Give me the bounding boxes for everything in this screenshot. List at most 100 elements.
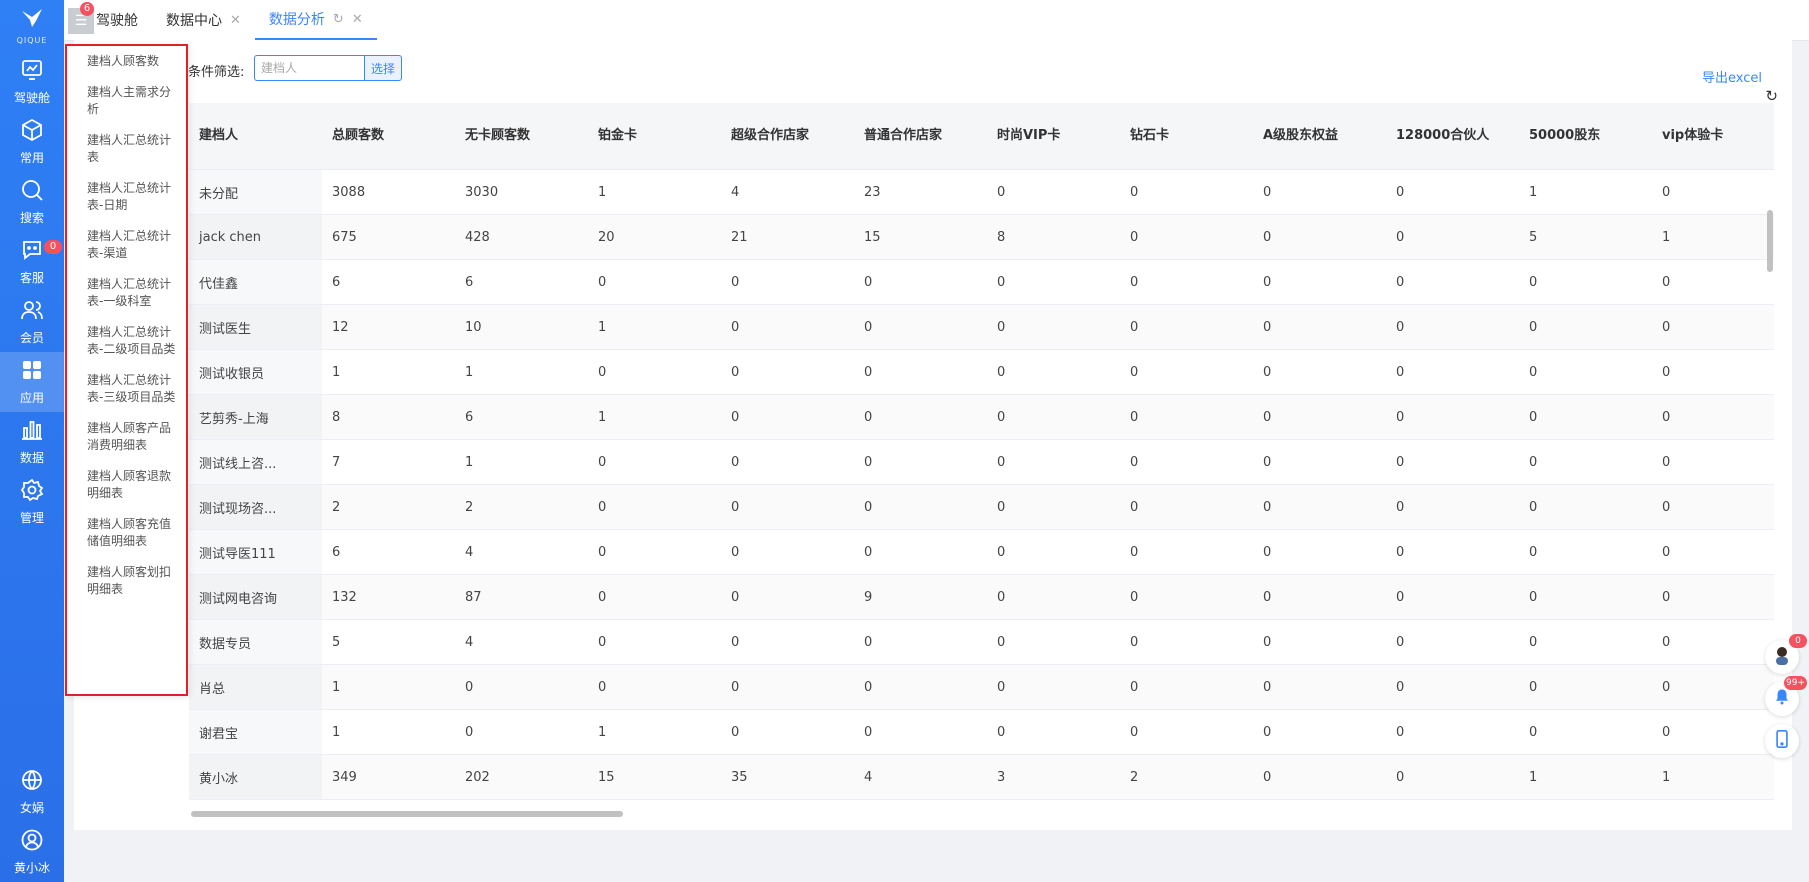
tab-label: 数据中心 [166,13,222,29]
table-row[interactable]: 测试线上咨...7100000000002 [189,439,1774,485]
menu-item[interactable]: 建档人汇总统计表 [67,125,186,173]
table-cell: 4 [455,529,588,575]
table-cell: 0 [854,304,987,350]
table-cell: 0 [721,529,854,575]
app-logo[interactable]: QIQUE [0,0,64,52]
menu-item[interactable]: 建档人汇总统计表-三级项目品类 [67,365,186,413]
table-cell: 0 [1519,529,1652,575]
table-cell: 0 [721,619,854,665]
menu-item[interactable]: 建档人顾客数 [67,46,186,77]
menu-item[interactable]: 建档人汇总统计表-一级科室 [67,269,186,317]
refresh-icon[interactable]: ↻ [333,12,344,27]
data-table-container[interactable]: 建档人 总顾客数 无卡顾客数 铂金卡 超级合作店家 普通合作店家 时尚VIP卡 钻石卡 A级股东… [189,103,1774,815]
table-cell: 0 [987,259,1120,305]
globe-icon [20,768,44,799]
table-cell: 0 [1253,574,1386,620]
table-cell: 20 [588,214,721,260]
assistant-avatar-button[interactable]: 0 [1765,634,1807,674]
select-button[interactable]: 选择 [364,55,402,81]
column-header: 总顾客数 [322,103,455,170]
table-row[interactable]: 测试医生121010000000000 [189,304,1774,350]
table-cell: 6 [455,394,588,440]
rail-item-service[interactable]: 0 客服 [0,232,64,292]
table-cell: 1 [1519,754,1652,800]
brand-text: QIQUE [16,36,48,45]
table-cell: 0 [1519,484,1652,530]
table-row[interactable]: 测试导医1116400000000000 [189,529,1774,575]
table-cell: 1 [1519,169,1652,215]
table-cell: 0 [1652,664,1774,710]
tab-label: 数据分析 [268,12,325,28]
column-header: 钻石卡 [1120,103,1253,170]
rail-item-manage[interactable]: 管理 [0,472,64,532]
menu-item[interactable]: 建档人顾客产品消费明细表 [67,413,186,461]
rail-item-dashboard[interactable]: 驾驶舱 [0,52,64,112]
search-icon [20,178,44,209]
tab-data-center[interactable]: 数据中心 ✕ [152,0,255,40]
table-cell: 0 [1253,259,1386,305]
menu-item[interactable]: 建档人顾客退款明细表 [67,461,186,509]
table-cell: 4 [455,619,588,665]
notification-button[interactable]: 99+ [1765,676,1807,716]
table-row[interactable]: 肖总1000000000001 [189,664,1774,710]
table-cell: 0 [854,619,987,665]
table-row[interactable]: 数据专员5400000000001 [189,619,1774,665]
table-cell: 9 [854,574,987,620]
table-cell: 0 [455,709,588,755]
table-cell: 0 [1120,484,1253,530]
rail-item-data[interactable]: 数据 [0,412,64,472]
table-row[interactable]: 测试现场咨...2200000000000 [189,484,1774,530]
table-cell: 0 [854,394,987,440]
close-icon[interactable]: ✕ [352,12,363,27]
menu-item[interactable]: 建档人顾客充值储值明细表 [67,509,186,557]
tab-data-analysis[interactable]: 数据分析 ↻ ✕ [254,0,377,40]
rail-item-user[interactable]: 黄小冰 [0,822,64,882]
table-body: 未分配30883030142300001074jack chen67542820… [189,169,1774,800]
table-cell: 4 [854,754,987,800]
table-row[interactable]: 测试收银员1100000000000 [189,349,1774,395]
table-cell: 15 [588,754,721,800]
rail-item-label: 黄小冰 [13,861,50,875]
scrollbar-thumb[interactable] [1767,210,1773,272]
table-row[interactable]: jack chen6754282021158000518647 [189,214,1774,260]
table-cell: 0 [1386,394,1519,440]
table-cell: 0 [1652,619,1774,665]
table-cell: 6 [322,529,455,575]
rail-item-apps[interactable]: 应用 [0,352,64,412]
table-row[interactable]: 谢君宝1010000000000 [189,709,1774,755]
mobile-button[interactable] [1765,724,1799,758]
table-cell: 0 [987,169,1120,215]
rail-item-nuwa[interactable]: 女娲 [0,762,64,822]
table-row[interactable]: 代佳鑫6600000000000 [189,259,1774,305]
table-row[interactable]: 未分配30883030142300001074 [189,169,1774,215]
rail-item-members[interactable]: 会员 [0,292,64,352]
creator-cell: 肖总 [189,664,322,710]
menu-item[interactable]: 建档人汇总统计表-日期 [67,173,186,221]
horizontal-scrollbar[interactable] [189,810,1774,818]
table-row[interactable]: 艺剪秀-上海8610000000010 [189,394,1774,440]
creator-filter-input[interactable] [254,55,375,81]
table-row[interactable]: 测试网电咨询1328700900000000 [189,574,1774,620]
table-cell: 0 [1253,709,1386,755]
table-row[interactable]: 黄小冰349202153543200112024 [189,754,1774,800]
tab-cockpit[interactable]: 驾驶舱 [82,0,152,40]
avatar-icon [1771,644,1793,670]
menu-item[interactable]: 建档人汇总统计表-二级项目品类 [67,317,186,365]
table-cell: 0 [854,259,987,305]
table-cell: 0 [987,484,1120,530]
table-cell: 0 [1120,214,1253,260]
close-icon[interactable]: ✕ [230,13,241,28]
table-cell: 0 [588,439,721,485]
export-excel-link[interactable]: 导出excel [1702,67,1762,86]
rail-item-search[interactable]: 搜索 [0,172,64,232]
menu-item[interactable]: 建档人汇总统计表-渠道 [67,221,186,269]
table-cell: 0 [721,709,854,755]
table-cell: 349 [322,754,455,800]
rail-item-common[interactable]: 常用 [0,112,64,172]
scrollbar-thumb[interactable] [191,811,623,817]
table-cell: 0 [1652,349,1774,395]
menu-item[interactable]: 建档人顾客划扣明细表 [67,557,186,605]
table-cell: 0 [987,664,1120,710]
rail-item-label: 数据 [19,451,44,465]
menu-item[interactable]: 建档人主需求分析 [67,77,186,125]
